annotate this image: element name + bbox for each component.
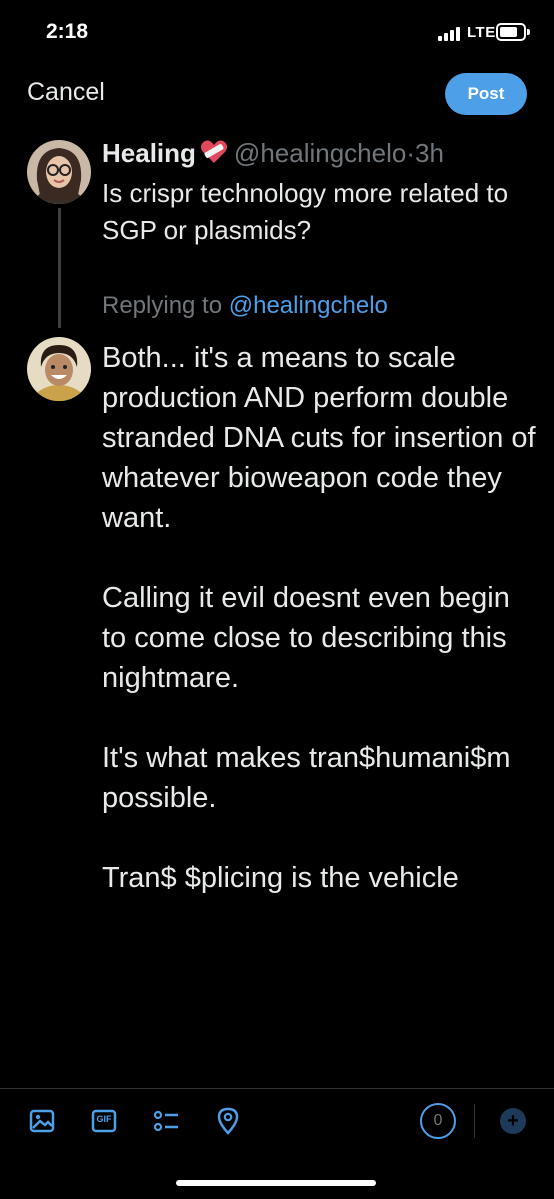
status-time: 2:18 xyxy=(46,20,89,43)
reply-paragraph: Calling it evil doesnt even begin to com… xyxy=(102,582,510,694)
reply-author-avatar[interactable] xyxy=(27,337,91,401)
toolbar-separator xyxy=(474,1104,475,1138)
add-tweet-button[interactable]: + xyxy=(500,1108,526,1134)
original-tweet-header: Healing @healingchelo·3h xyxy=(102,138,444,171)
status-bar: 2:18 LTE xyxy=(0,0,554,66)
gif-label: GIF xyxy=(96,1114,112,1124)
reply-paragraph: It's what makes tran$humani$m possible. xyxy=(102,742,511,814)
reply-text[interactable]: Both... it's a means to scale production… xyxy=(102,338,542,938)
original-author-avatar[interactable] xyxy=(27,140,91,204)
home-indicator[interactable] xyxy=(176,1180,376,1186)
reply-paragraph: Both... it's a means to scale production… xyxy=(102,342,536,534)
meta-separator: · xyxy=(406,138,415,168)
thread-connector xyxy=(58,208,61,328)
poll-icon[interactable] xyxy=(151,1106,181,1136)
toolbar-divider xyxy=(0,1088,554,1089)
original-author-name[interactable]: Healing xyxy=(102,138,196,168)
location-icon[interactable] xyxy=(213,1106,243,1136)
reply-paragraph: Tran$ $plicing is the vehicle xyxy=(102,862,459,894)
original-author-handle[interactable]: @healingchelo xyxy=(234,138,406,168)
network-label: LTE xyxy=(467,24,496,41)
original-tweet-text: Is crispr technology more related to SGP… xyxy=(102,178,509,245)
tweet-time: 3h xyxy=(415,138,444,168)
character-counter: 0 xyxy=(420,1103,456,1139)
post-button[interactable]: Post xyxy=(445,73,527,115)
image-icon[interactable] xyxy=(27,1106,57,1136)
cancel-button[interactable]: Cancel xyxy=(27,78,105,107)
battery-icon xyxy=(496,23,530,41)
replying-handle[interactable]: @healingchelo xyxy=(229,292,388,319)
gif-icon[interactable]: GIF xyxy=(89,1106,119,1136)
bandaged-heart-icon xyxy=(200,140,228,171)
replying-to-line: Replying to @healingchelo xyxy=(102,292,388,320)
replying-prefix: Replying to xyxy=(102,292,223,319)
signal-icon xyxy=(438,27,464,41)
